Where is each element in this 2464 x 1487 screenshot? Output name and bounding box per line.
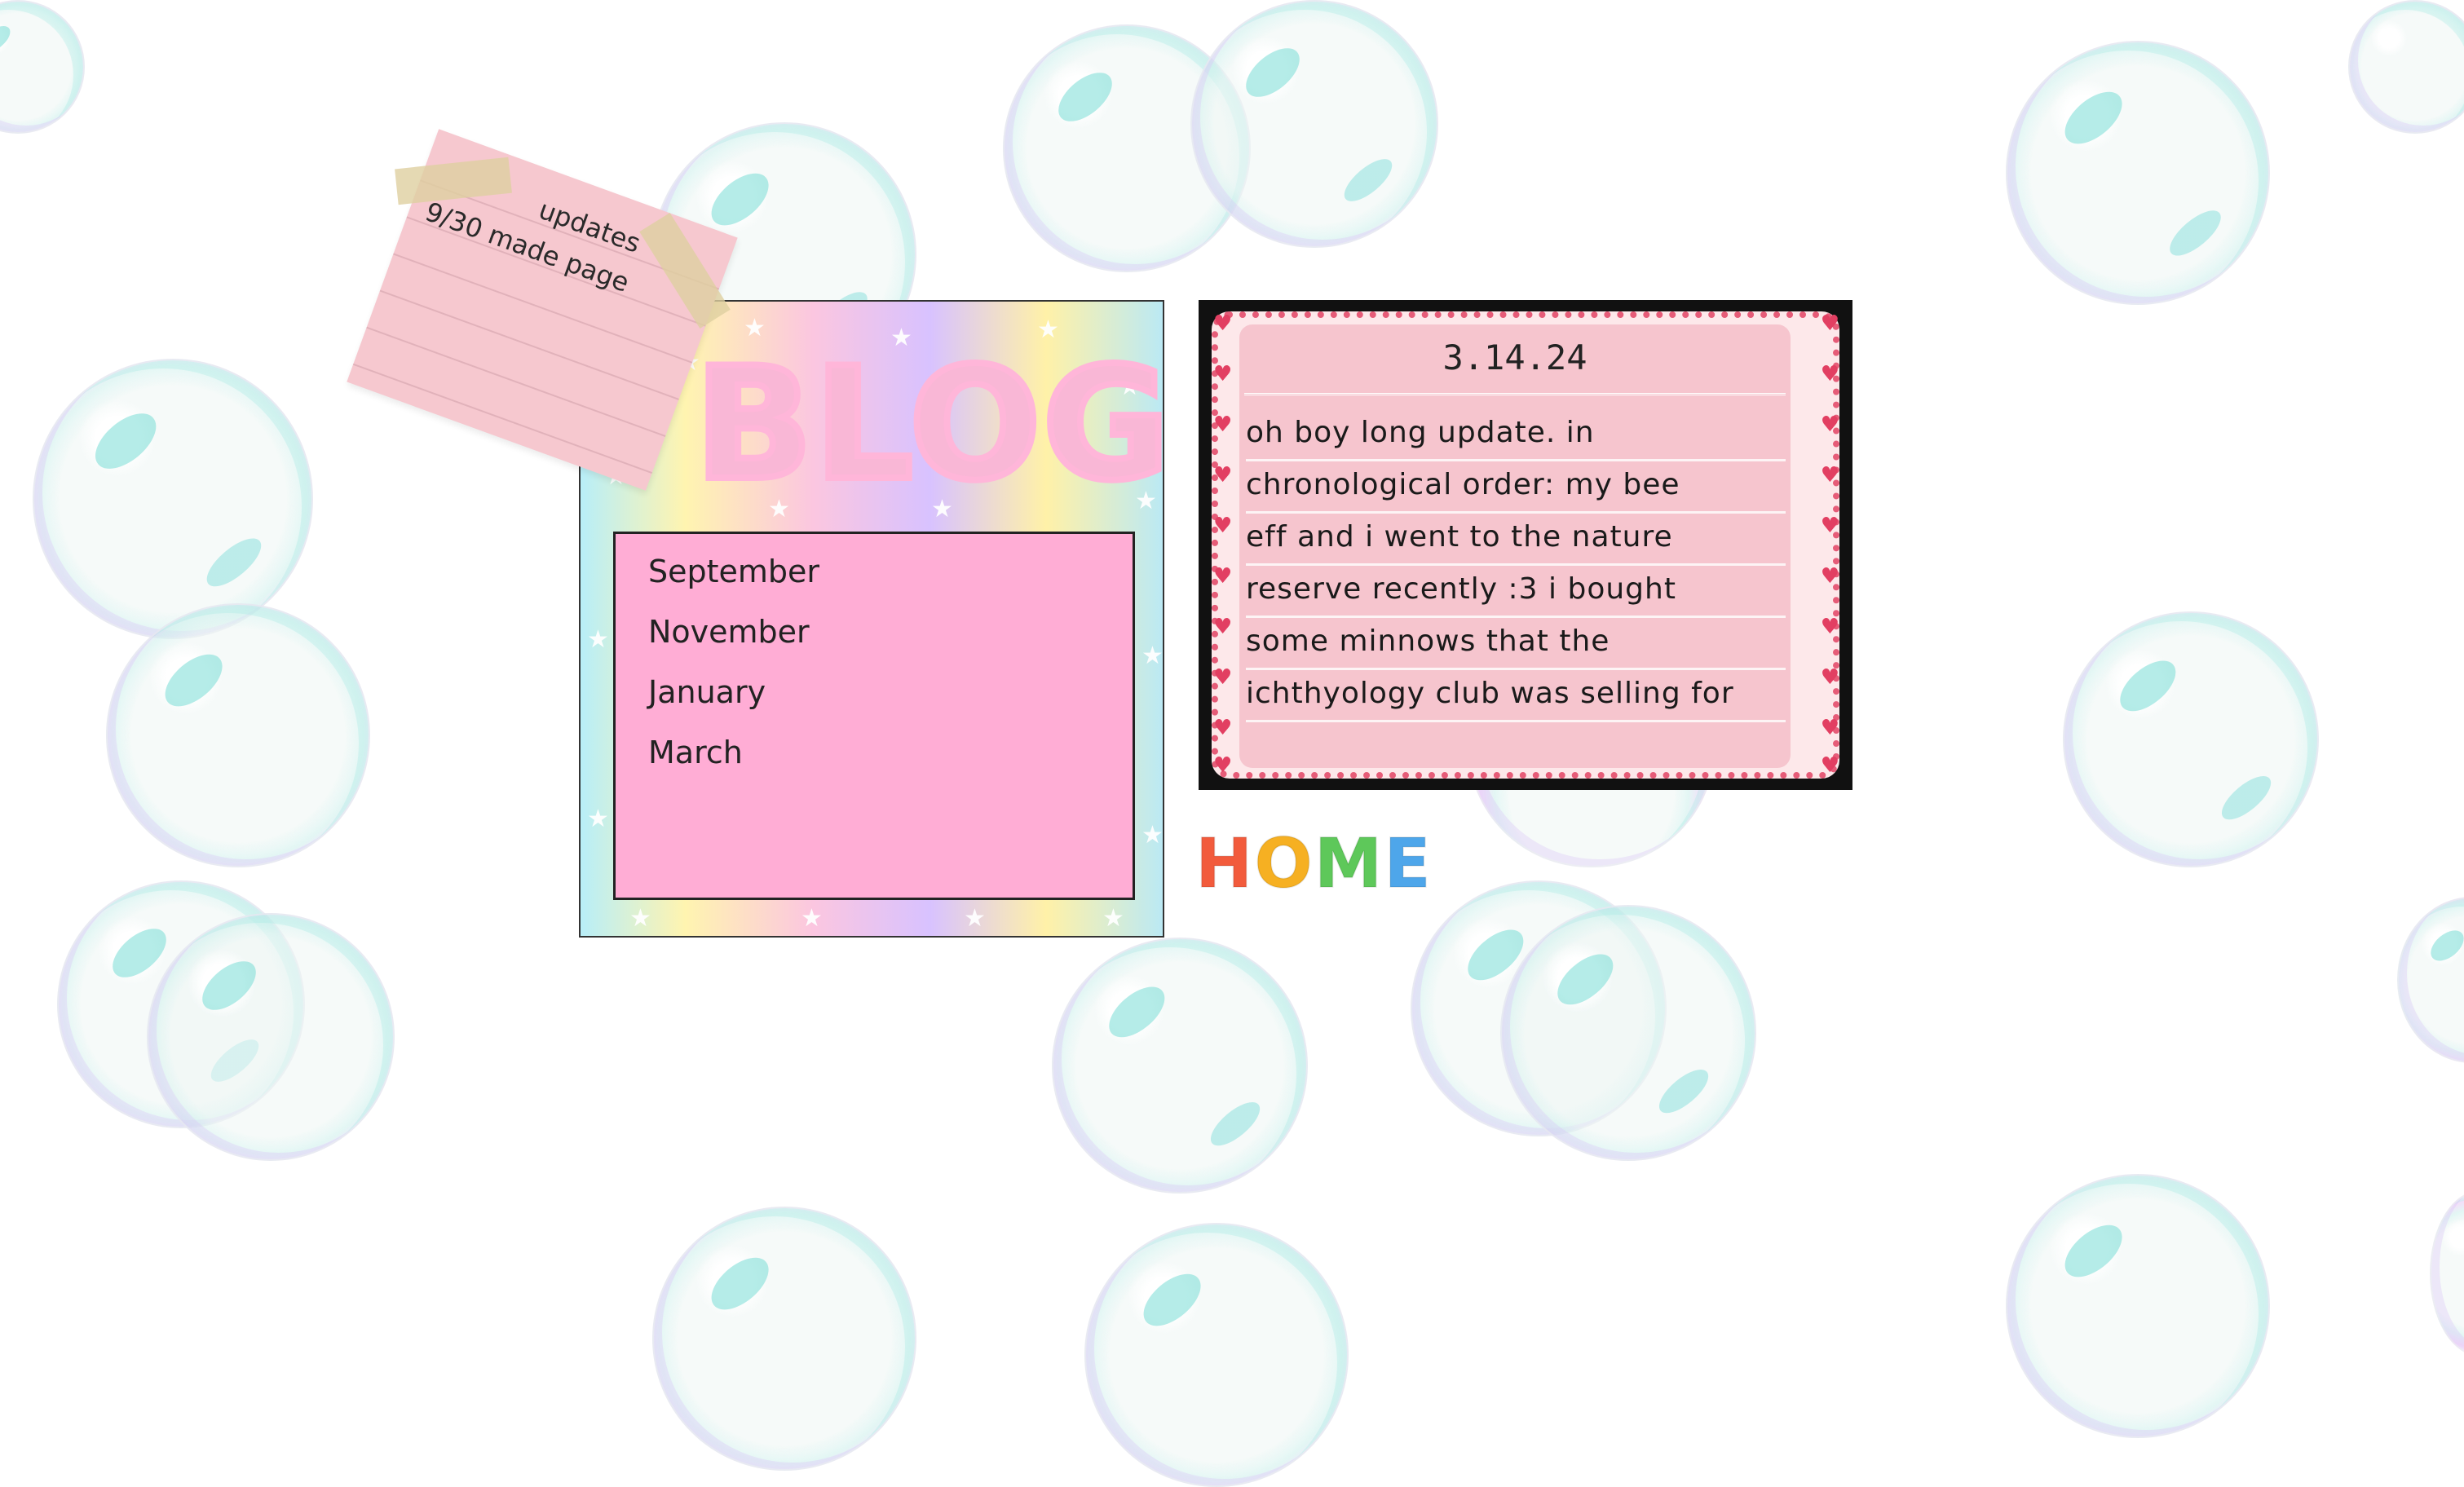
bubble-decoration	[1190, 0, 1438, 248]
bubble-decoration	[1500, 905, 1756, 1161]
star-decoration: ★	[964, 904, 986, 933]
blog-post-panel: ♥ ♥ ♥ ♥ ♥ ♥ ♥ ♥ ♥ ♥ ♥ ♥ ♥ ♥ ♥ ♥ ♥ ♥ ♥ ♥ …	[1199, 300, 1852, 790]
heart-icon: ♥	[1820, 514, 1839, 538]
home-link[interactable]: HOME	[1194, 823, 1433, 904]
heart-icon: ♥	[1213, 514, 1233, 538]
heart-icon: ♥	[1820, 564, 1839, 589]
heart-icon: ♥	[1820, 463, 1839, 488]
heart-icon: ♥	[1213, 615, 1233, 639]
bubble-decoration	[2430, 1190, 2464, 1357]
home-letter: E	[1383, 823, 1433, 904]
heart-icon: ♥	[1820, 716, 1839, 740]
month-link-september[interactable]: September	[648, 554, 819, 589]
heart-icon: ♥	[1820, 615, 1839, 639]
star-decoration: ★	[801, 904, 823, 933]
heart-icon: ♥	[1213, 362, 1233, 386]
blog-title: BLOG	[691, 331, 1164, 518]
heart-icon: ♥	[1213, 413, 1233, 437]
bubble-decoration	[0, 0, 85, 134]
bubble-decoration	[106, 603, 370, 867]
heart-icon: ♥	[1213, 665, 1233, 690]
heart-icon: ♥	[1820, 413, 1839, 437]
star-decoration: ★	[1141, 821, 1164, 849]
home-letter: M	[1314, 823, 1384, 904]
post-text-line-empty	[1246, 722, 1786, 774]
bubble-decoration	[2397, 897, 2464, 1063]
month-list: September November January March	[613, 532, 1135, 900]
bubble-decoration	[2006, 41, 2270, 305]
month-link-march[interactable]: March	[648, 735, 743, 770]
home-letter: O	[1253, 823, 1314, 904]
post-text-line: oh boy long update. in	[1246, 409, 1786, 461]
post-content: 3.14.24 oh boy long update. in chronolog…	[1239, 324, 1791, 768]
star-decoration: ★	[1102, 904, 1124, 933]
post-text-line: eff and i went to the nature	[1246, 514, 1786, 566]
star-decoration: ★	[587, 625, 609, 654]
post-text-line: reserve recently :3 i bought	[1246, 566, 1786, 618]
star-decoration: ★	[587, 805, 609, 833]
bubble-decoration	[2006, 1174, 2270, 1438]
heart-icon: ♥	[1213, 564, 1233, 589]
bubble-decoration	[652, 1207, 916, 1471]
heart-icon: ♥	[1820, 362, 1839, 386]
bubble-decoration	[33, 359, 313, 639]
month-link-january[interactable]: January	[648, 674, 766, 710]
bubble-decoration	[1052, 938, 1308, 1194]
heart-icon: ♥	[1213, 311, 1233, 336]
post-text-line: chronological order: my bee	[1246, 461, 1786, 514]
post-text-line: ichthyology club was selling for	[1246, 670, 1786, 722]
post-date: 3.14.24	[1442, 338, 1587, 377]
heart-icon: ♥	[1213, 716, 1233, 740]
heart-icon: ♥	[1820, 311, 1839, 336]
bubble-decoration	[147, 913, 395, 1161]
bubble-decoration	[1084, 1223, 1349, 1487]
home-letter: H	[1194, 823, 1255, 904]
post-text-line: some minnows that the	[1246, 618, 1786, 670]
month-link-november[interactable]: November	[648, 614, 810, 650]
heart-icon: ♥	[1213, 753, 1233, 778]
home-label: HOME	[1194, 823, 1433, 904]
star-decoration: ★	[629, 904, 651, 933]
date-divider	[1244, 393, 1786, 395]
heart-icon: ♥	[1820, 665, 1839, 690]
star-decoration: ★	[1141, 642, 1164, 670]
heart-icon: ♥	[1213, 463, 1233, 488]
bubble-decoration	[2348, 0, 2464, 134]
heart-icon: ♥	[1820, 753, 1839, 778]
bubble-decoration	[2063, 611, 2319, 867]
